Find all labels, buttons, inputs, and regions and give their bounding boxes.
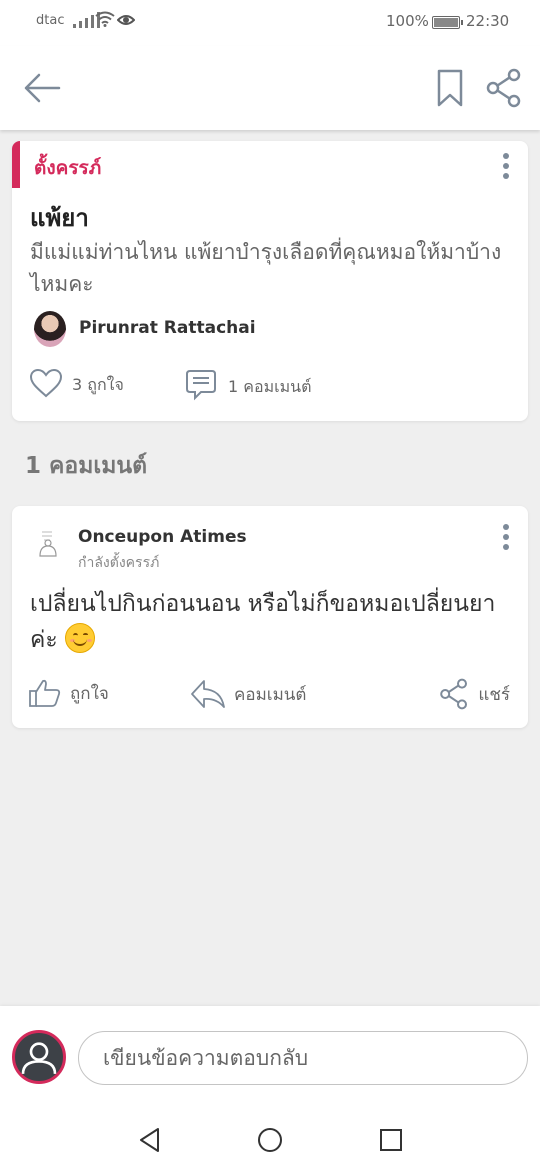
comment-share-label: แชร์ <box>478 684 510 705</box>
smiling-face-emoji-icon <box>65 623 96 653</box>
nav-recents-icon[interactable] <box>378 1127 404 1153</box>
author-avatar[interactable] <box>34 311 66 347</box>
system-nav-bar <box>0 1110 540 1170</box>
battery-percent: 100% <box>386 12 429 30</box>
comment-reply-label: คอมเมนต์ <box>234 684 307 705</box>
nav-home-icon[interactable] <box>256 1126 284 1154</box>
comment-more-vert-icon[interactable] <box>496 522 516 552</box>
comment-bubble-icon[interactable] <box>184 368 218 402</box>
category-accent-bar <box>12 141 20 188</box>
back-arrow-icon[interactable] <box>22 70 62 106</box>
reply-input[interactable] <box>78 1031 528 1085</box>
eye-comfort-icon <box>117 15 135 25</box>
status-bar: dtac 100% 22:30 <box>0 0 540 46</box>
post-body: มีแม่แม่ท่านไหน แพ้ยาบำรุงเลือดที่คุณหมอ… <box>30 240 502 296</box>
reply-icon <box>191 680 225 708</box>
comment-reply-button[interactable]: คอมเมนต์ <box>190 678 306 710</box>
wifi-icon <box>95 11 115 27</box>
author-name[interactable]: Pirunrat Rattachai <box>79 318 256 338</box>
comment-count[interactable]: 1 คอมเมนต์ <box>228 375 311 400</box>
thumbs-up-icon <box>29 679 61 707</box>
post-category[interactable]: ตั้งครรภ์ <box>34 153 101 183</box>
comment-share-button[interactable]: แชร์ <box>438 678 510 710</box>
commenter-status: กำลังตั้งครรภ์ <box>78 555 160 571</box>
post-title: แพ้ยา <box>30 204 89 232</box>
carrier-label: dtac <box>36 13 65 28</box>
share-icon[interactable] <box>484 68 524 108</box>
comment-text-content: เปลี่ยนไปกินก่อนนอน หรือไม่ก็ขอหมอเปลี่ย… <box>30 591 496 653</box>
like-count[interactable]: 3 ถูกใจ <box>72 373 124 398</box>
comment-like-button[interactable]: ถูกใจ <box>28 678 109 708</box>
comment-text: เปลี่ยนไปกินก่อนนอน หรือไม่ก็ขอหมอเปลี่ย… <box>30 586 510 658</box>
post-card: ตั้งครรภ์ แพ้ยา มีแม่แม่ท่านไหน แพ้ยาบำร… <box>12 141 528 421</box>
comment-card: Onceupon Atimes กำลังตั้งครรภ์ เปลี่ยนไป… <box>12 506 528 728</box>
commenter-avatar[interactable] <box>30 526 66 562</box>
nav-back-icon[interactable] <box>136 1126 164 1154</box>
comment-like-label: ถูกใจ <box>70 683 109 704</box>
reply-compose-bar <box>0 1006 540 1110</box>
bookmark-icon[interactable] <box>436 68 464 108</box>
share-icon <box>440 678 468 710</box>
clock: 22:30 <box>466 12 510 30</box>
battery-icon <box>432 16 463 29</box>
comments-section-title: 1 คอมเมนต์ <box>25 453 148 479</box>
heart-icon[interactable] <box>29 368 63 398</box>
user-icon[interactable] <box>12 1030 66 1084</box>
app-bar <box>0 46 540 130</box>
commenter-name[interactable]: Onceupon Atimes <box>78 527 247 547</box>
more-vert-icon[interactable] <box>496 151 516 181</box>
